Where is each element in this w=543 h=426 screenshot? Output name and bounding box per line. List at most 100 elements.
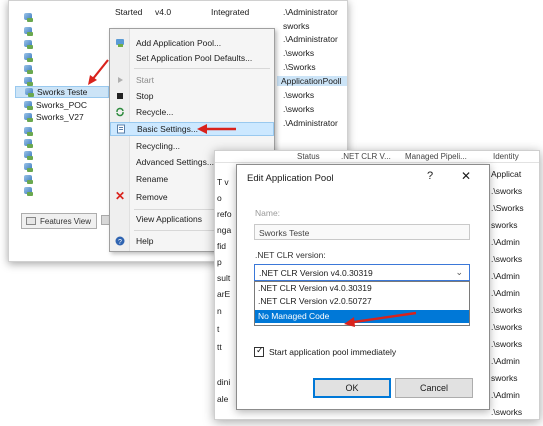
tree-item-label: Sworks Teste xyxy=(37,87,88,97)
tree-item[interactable] xyxy=(15,11,109,23)
app-pool-icon xyxy=(23,138,33,148)
app-pool-icon xyxy=(23,186,33,196)
app-pool-icon xyxy=(23,76,33,86)
dropdown-option[interactable]: .NET CLR Version v2.0.50727 xyxy=(255,295,469,308)
identity-cell: .\Administrator xyxy=(283,34,338,44)
tree-item[interactable] xyxy=(15,161,109,173)
identity-cell: .\Admin xyxy=(491,288,520,298)
menu-item-stop[interactable]: Stop xyxy=(110,89,274,103)
menu-item-basic-settings[interactable]: Basic Settings... xyxy=(110,122,274,136)
tree-item[interactable] xyxy=(15,137,109,149)
tree-item[interactable] xyxy=(15,185,109,197)
identity-cell-wrap: .\Administrator xyxy=(283,5,338,19)
header-status[interactable]: Status xyxy=(297,152,320,161)
clipped-cell: p xyxy=(217,257,222,267)
identity-cell: .\sworks xyxy=(491,186,523,196)
status-cell: Started xyxy=(115,7,143,17)
ok-button[interactable]: OK xyxy=(313,378,391,398)
menu-item-label: Recycle... xyxy=(136,107,174,117)
app-pool-icon xyxy=(23,52,33,62)
annotation-arrow-icon xyxy=(88,59,109,85)
identity-cell: .\sworks xyxy=(283,90,315,100)
tree-item[interactable] xyxy=(15,125,109,137)
clr-version-select[interactable]: .NET CLR Version v4.0.30319 ⌄ xyxy=(254,264,470,281)
menu-item-label: Add Application Pool... xyxy=(136,38,222,48)
list-row-top[interactable]: Started xyxy=(115,5,142,19)
menu-item-start[interactable]: Start xyxy=(110,73,274,87)
pipeline-cell-wrap: Integrated xyxy=(211,5,249,19)
clipped-cell: fid xyxy=(217,241,226,251)
dropdown-option[interactable]: .NET CLR Version v4.0.30319 xyxy=(255,282,469,295)
identity-cell: .\Administrator xyxy=(283,118,338,128)
app-pool-icon xyxy=(23,39,33,49)
identity-cell-selected: ApplicationPooll xyxy=(277,76,347,86)
identity-cell: sworks xyxy=(491,220,518,230)
name-label: Name: xyxy=(255,208,281,218)
version-cell-wrap: v4.0 xyxy=(155,5,171,19)
clipped-cell: tt xyxy=(217,342,222,352)
header-identity[interactable]: Identity xyxy=(493,152,519,161)
cancel-button[interactable]: Cancel xyxy=(395,378,473,398)
header-clr-version[interactable]: .NET CLR V... xyxy=(341,152,391,161)
name-field[interactable]: Sworks Teste xyxy=(254,224,470,240)
start-immediately-checkbox[interactable] xyxy=(254,345,264,357)
identity-cell: .\Administrator xyxy=(283,7,338,17)
menu-item-label: Stop xyxy=(136,91,154,101)
tree-item[interactable] xyxy=(15,25,109,37)
identity-cell: .\sworks xyxy=(491,407,523,417)
clipped-cell: o xyxy=(217,193,222,203)
annotation-arrow-icon xyxy=(344,311,417,327)
tree-item[interactable] xyxy=(15,38,109,50)
app-pool-icon xyxy=(23,174,33,184)
tree-item[interactable] xyxy=(15,149,109,161)
identity-cell: .\sworks xyxy=(491,339,523,349)
clr-version-label: .NET CLR version: xyxy=(255,250,326,260)
dialog-title: Edit Application Pool xyxy=(247,173,334,184)
start-immediately-label: Start application pool immediately xyxy=(269,347,397,357)
menu-item-label: Recycling... xyxy=(136,141,180,151)
tree-item-sworks-v27[interactable]: Sworks_V27 xyxy=(15,111,109,123)
menu-item-set-defaults[interactable]: Set Application Pool Defaults... xyxy=(110,51,274,65)
header-pipeline[interactable]: Managed Pipeli... xyxy=(405,152,467,161)
app-pool-icon xyxy=(23,112,33,122)
identity-cell: .\sworks xyxy=(491,305,523,315)
app-pool-tree: Sworks Teste Sworks_POC Sworks_V27 xyxy=(15,1,109,207)
edit-app-pool-dialog: Edit Application Pool ? ✕ Name: Sworks T… xyxy=(236,164,490,410)
clipped-cell: n xyxy=(217,306,222,316)
clipped-cell: t xyxy=(217,324,220,334)
menu-item-label: View Applications xyxy=(136,214,202,224)
help-button[interactable]: ? xyxy=(427,170,433,182)
add-app-pool-icon xyxy=(116,39,124,47)
tree-item-label: Sworks_POC xyxy=(36,100,88,110)
identity-cell: .\sworks xyxy=(491,254,523,264)
identity-cell: sworks xyxy=(283,21,310,31)
app-pool-icon xyxy=(23,126,33,136)
close-icon[interactable]: ✕ xyxy=(461,169,471,183)
tree-item-label: Sworks_V27 xyxy=(36,112,84,122)
identity-cell: .\sworks xyxy=(283,104,315,114)
tree-item-sworks-poc[interactable]: Sworks_POC xyxy=(15,99,109,111)
app-pool-icon xyxy=(23,64,33,74)
screenshot-composite: Sworks Teste Sworks_POC Sworks_V27 Featu… xyxy=(0,0,543,426)
app-pool-icon xyxy=(24,87,34,97)
chevron-down-icon: ⌄ xyxy=(455,267,463,277)
app-pool-icon xyxy=(23,162,33,172)
menu-item-add-app-pool[interactable]: Add Application Pool... xyxy=(110,36,274,50)
menu-item-label: Start xyxy=(136,75,154,85)
menu-item-label: Remove xyxy=(136,192,168,202)
identity-cell: .\Admin xyxy=(491,390,520,400)
identity-cell: .\Sworks xyxy=(491,203,524,213)
recycle-icon xyxy=(116,107,124,117)
clipped-cell: nga xyxy=(217,225,232,235)
clipped-cell: refo xyxy=(217,209,232,219)
menu-item-recycle[interactable]: Recycle... xyxy=(110,105,274,119)
menu-separator xyxy=(134,68,270,69)
stop-icon xyxy=(117,93,123,99)
features-view-icon xyxy=(26,217,36,225)
tree-item[interactable] xyxy=(15,173,109,185)
app-pool-icon xyxy=(23,26,33,36)
svg-text:?: ? xyxy=(118,239,122,246)
features-view-tab[interactable]: Features View xyxy=(21,213,97,229)
menu-item-label: Basic Settings... xyxy=(137,124,198,134)
identity-cell: .\Admin xyxy=(491,237,520,247)
